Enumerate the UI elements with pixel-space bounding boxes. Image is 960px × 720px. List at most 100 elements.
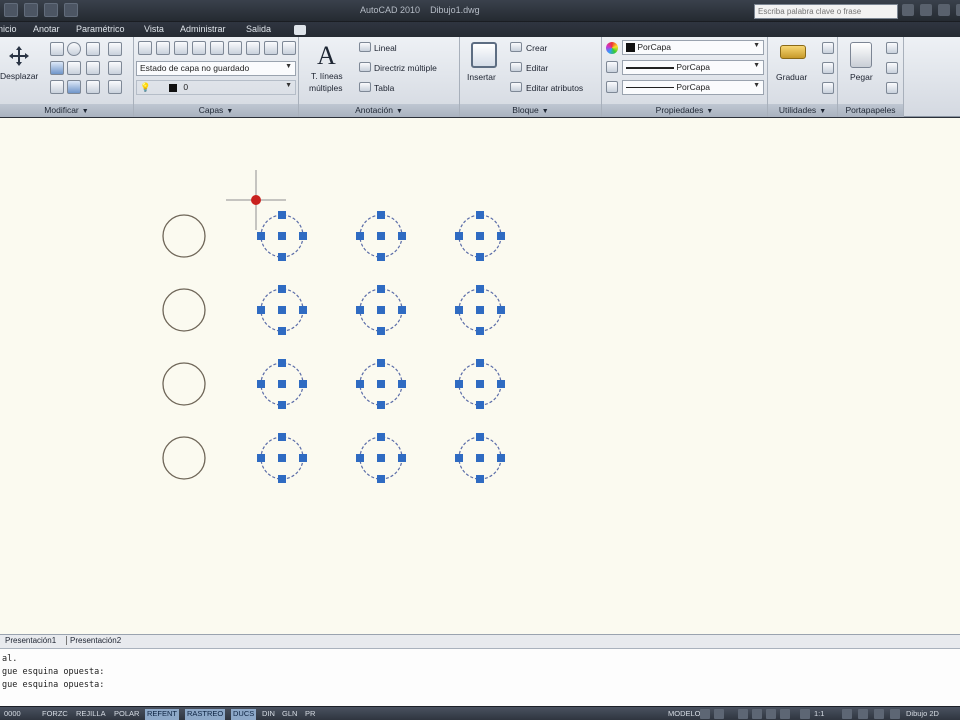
paste-icon[interactable] [850, 42, 872, 68]
panel-title-bloque[interactable]: Bloque ▼ [460, 104, 601, 117]
grip-handle[interactable] [377, 232, 385, 240]
circle-rotate-icon[interactable] [67, 42, 81, 56]
edit-block-icon[interactable] [510, 62, 522, 72]
grip-handle[interactable] [299, 380, 307, 388]
cut-icon[interactable] [886, 42, 898, 54]
array-icon[interactable] [86, 80, 100, 94]
toggle-pr[interactable]: PR [303, 709, 317, 720]
grip-handle[interactable] [278, 327, 286, 335]
grip-handle[interactable] [299, 454, 307, 462]
panel-title-capas[interactable]: Capas ▼ [134, 104, 298, 117]
grip-handle[interactable] [455, 306, 463, 314]
grip-handle[interactable] [257, 380, 265, 388]
layer-previous-icon[interactable] [192, 41, 206, 55]
desplazar-button[interactable]: Desplazar [0, 71, 38, 81]
circle-unselected[interactable] [162, 214, 206, 258]
pegar-button[interactable]: Pegar [850, 72, 873, 82]
grip-handle[interactable] [497, 454, 505, 462]
grip-handle[interactable] [278, 433, 286, 441]
grip-handle[interactable] [497, 306, 505, 314]
grip-handle[interactable] [476, 380, 484, 388]
lock-toolbar-icon[interactable] [890, 709, 900, 719]
showmotion-icon[interactable] [780, 709, 790, 719]
grip-handle[interactable] [476, 475, 484, 483]
model-toggle[interactable]: MODELO [666, 709, 703, 720]
grip-handle[interactable] [356, 380, 364, 388]
grip-handle[interactable] [497, 232, 505, 240]
grip-handle[interactable] [476, 327, 484, 335]
help-icon[interactable] [956, 4, 960, 16]
grip-handle[interactable] [398, 232, 406, 240]
layer-state-dropdown[interactable]: Estado de capa no guardado ▼ [136, 61, 296, 76]
pan-icon[interactable] [738, 709, 748, 719]
grip-handle[interactable] [497, 380, 505, 388]
grip-handle[interactable] [278, 454, 286, 462]
grip-handle[interactable] [278, 475, 286, 483]
grip-handle[interactable] [398, 454, 406, 462]
layer-isolate-icon[interactable] [210, 41, 224, 55]
grip-handle[interactable] [377, 359, 385, 367]
grip-handle[interactable] [377, 327, 385, 335]
save-icon[interactable] [64, 3, 78, 17]
trim-icon[interactable] [86, 42, 100, 56]
lineal-button[interactable]: Lineal [374, 43, 397, 53]
layer-properties-icon[interactable] [138, 41, 152, 55]
grip-handle[interactable] [476, 232, 484, 240]
circle-unselected[interactable] [162, 362, 206, 406]
rotate-icon[interactable] [50, 42, 64, 56]
workspace-name[interactable]: Dibujo 2D [904, 709, 941, 720]
toggle-rejilla[interactable]: REJILLA [74, 709, 108, 720]
layer-match-icon[interactable] [174, 41, 188, 55]
offset-icon[interactable] [108, 80, 122, 94]
grip-handle[interactable] [455, 232, 463, 240]
grip-handle[interactable] [257, 232, 265, 240]
linetype-icon[interactable] [606, 81, 618, 93]
favorites-icon[interactable] [938, 4, 950, 16]
steering-wheel-icon[interactable] [766, 709, 776, 719]
toggle-forzc[interactable]: FORZC [40, 709, 70, 720]
quick-calc-icon[interactable] [822, 42, 834, 54]
toggle-refent[interactable]: REFENT [145, 709, 179, 720]
graduar-button[interactable]: Graduar [776, 72, 807, 82]
edit-attributes-icon[interactable] [510, 82, 522, 92]
grip-handle[interactable] [356, 454, 364, 462]
tab-presentacion2[interactable]: Presentación2 [66, 636, 124, 645]
directriz-button[interactable]: Directriz múltiple [374, 63, 437, 73]
grip-handle[interactable] [278, 253, 286, 261]
circle-unselected[interactable] [162, 436, 206, 480]
grip-handle[interactable] [476, 211, 484, 219]
toggle-ducs[interactable]: DUCS [231, 709, 257, 720]
panel-title-anotacion[interactable]: Anotación ▼ [299, 104, 459, 117]
toggle-gln[interactable]: GLN [280, 709, 299, 720]
drawing-canvas[interactable] [0, 118, 960, 634]
tab-presentacion1[interactable]: Presentación1 [2, 636, 59, 645]
grip-handle[interactable] [476, 359, 484, 367]
grip-handle[interactable] [398, 306, 406, 314]
grip-handle[interactable] [278, 285, 286, 293]
tab-administrar[interactable]: Administrar [180, 24, 226, 34]
text-icon[interactable]: A [317, 41, 336, 71]
open-file-icon[interactable] [44, 3, 58, 17]
new-file-icon[interactable] [24, 3, 38, 17]
quick-view-drawings-icon[interactable] [714, 709, 724, 719]
table-icon[interactable] [359, 82, 371, 92]
grip-handle[interactable] [278, 211, 286, 219]
annotation-scale-icon[interactable] [800, 709, 810, 719]
tab-vista[interactable]: Vista [144, 24, 164, 34]
match-properties-icon[interactable] [886, 82, 898, 94]
grip-handle[interactable] [398, 380, 406, 388]
grip-handle[interactable] [356, 232, 364, 240]
explode-icon[interactable] [108, 61, 122, 75]
grip-handle[interactable] [377, 306, 385, 314]
grip-handle[interactable] [377, 475, 385, 483]
grip-handle[interactable] [377, 454, 385, 462]
annotation-scale[interactable]: 1:1 [812, 709, 826, 720]
grip-handle[interactable] [257, 306, 265, 314]
grip-handle[interactable] [377, 285, 385, 293]
scale-icon[interactable] [67, 80, 81, 94]
copy-clip-icon[interactable] [886, 62, 898, 74]
auto-scale-icon[interactable] [858, 709, 868, 719]
quick-view-layouts-icon[interactable] [700, 709, 710, 719]
grip-handle[interactable] [476, 285, 484, 293]
editar-button[interactable]: Editar [526, 63, 548, 73]
